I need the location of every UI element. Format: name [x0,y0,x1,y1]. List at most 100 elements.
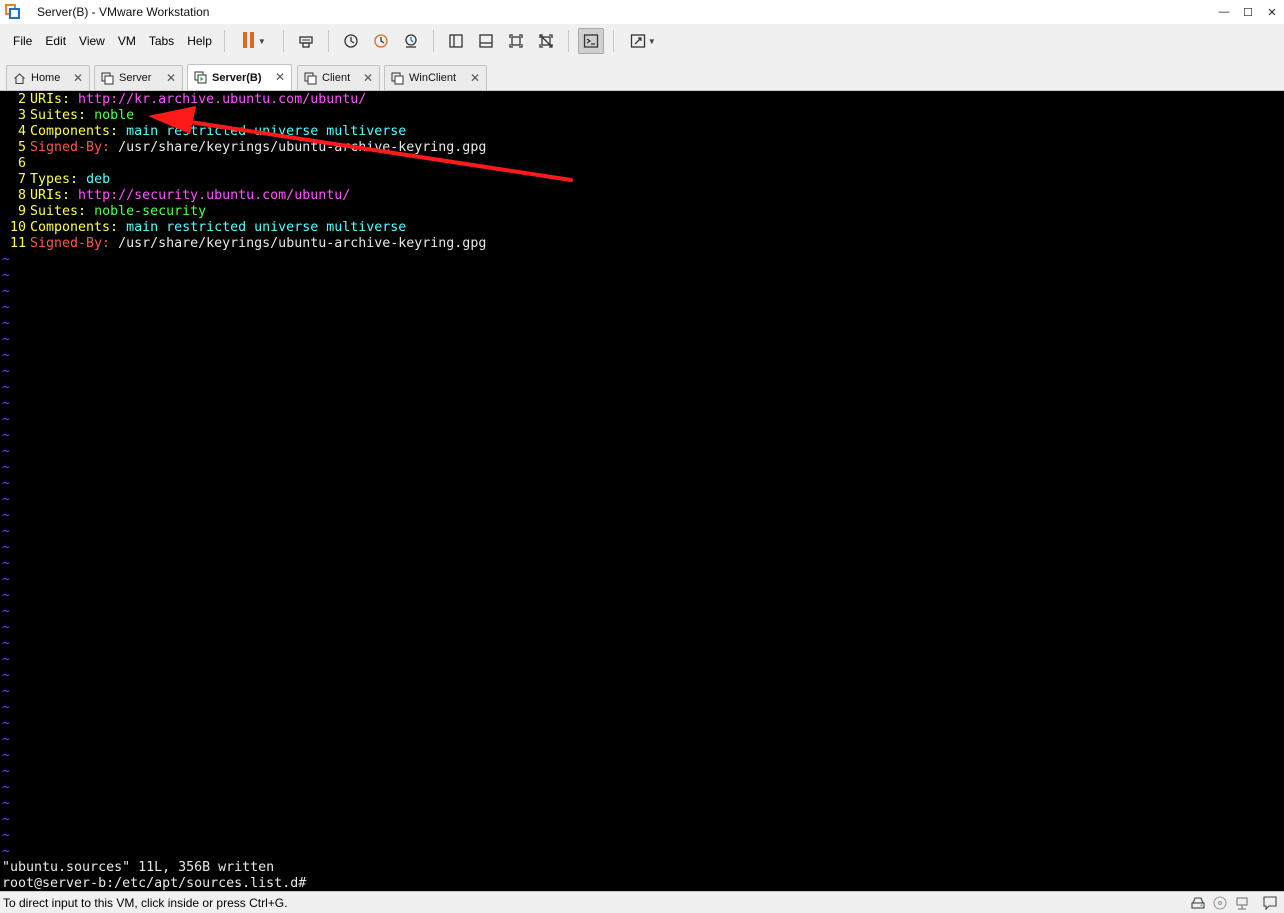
tab-winclient[interactable]: WinClient ✕ [384,65,487,90]
editor-line: 10 Components: main restricted universe m… [0,220,406,236]
empty-line-marker: ~ [2,764,10,779]
menu-tabs[interactable]: Tabs [149,34,174,48]
shell-prompt: root@server-b:/etc/apt/sources.list.d# [2,876,307,891]
snapshot-revert-icon [374,34,388,48]
line-key: URIs: [30,188,71,203]
line-key: Components: [30,124,119,139]
line-value: /usr/share/keyrings/ubuntu-archive-keyri… [118,140,487,155]
empty-line-marker: ~ [2,684,10,699]
empty-line-marker: ~ [2,572,10,587]
close-icon[interactable]: ✕ [275,70,285,84]
vmware-logo-icon [5,4,21,20]
menu-edit[interactable]: Edit [45,34,66,48]
send-keys-icon [299,36,313,48]
empty-line-marker: ~ [2,268,10,283]
menu-help[interactable]: Help [187,34,212,48]
snapshot-manager-button[interactable] [398,28,424,54]
line-key: Signed-By: [30,236,111,251]
empty-line-marker: ~ [2,812,10,827]
pause-button[interactable]: ▼ [234,28,274,54]
editor-line: 2 URIs: http://kr.archive.ubuntu.com/ubun… [0,92,366,108]
line-value: noble-security [94,204,207,219]
title-bar: Server(B) - VMware Workstation — ☐ ✕ [0,0,1284,24]
line-number: 3 [17,108,26,123]
vm-running-icon [194,71,207,84]
menu-file[interactable]: File [13,34,32,48]
empty-line-marker: ~ [2,332,10,347]
cd-rom-icon[interactable] [1212,895,1228,911]
editor-line: 7 Types: deb [0,172,110,188]
vm-console[interactable]: 2 URIs: http://kr.archive.ubuntu.com/ubun… [0,91,1284,891]
empty-line-marker: ~ [2,748,10,763]
editor-line: 11 Signed-By: /usr/share/keyrings/ubuntu-… [0,236,486,252]
maximize-button[interactable]: ☐ [1236,0,1260,24]
empty-line-marker: ~ [2,828,10,843]
empty-line-marker: ~ [2,348,10,363]
line-key: Signed-By: [30,140,111,155]
editor-line: 6 [0,156,30,172]
status-bar: To direct input to this VM, click inside… [0,891,1284,913]
vim-status-message: "ubuntu.sources" 11L, 356B written [2,860,275,875]
empty-line-marker: ~ [2,508,10,523]
console-view-button[interactable] [577,28,604,54]
empty-line-marker: ~ [2,540,10,555]
minimize-button[interactable]: — [1212,0,1236,24]
tab-server-b[interactable]: Server(B) ✕ [187,64,292,90]
menu-view[interactable]: View [79,34,105,48]
message-icon[interactable] [1262,895,1278,911]
line-value: http://security.ubuntu.com/ubuntu/ [78,188,351,203]
close-icon[interactable]: ✕ [363,71,373,85]
tab-home[interactable]: Home ✕ [6,65,90,90]
snapshot-manager-icon [405,34,417,48]
line-number: 5 [17,140,26,155]
close-icon[interactable]: ✕ [166,71,176,85]
menu-toolbar: File Edit View VM Tabs Help ▼ ▼ [0,24,1284,58]
empty-line-marker: ~ [2,364,10,379]
empty-line-marker: ~ [2,780,10,795]
line-number: 10 [9,220,26,235]
snapshot-take-button[interactable] [338,28,364,54]
stretch-view-button[interactable]: ▼ [623,28,663,54]
close-icon[interactable]: ✕ [73,71,83,85]
menu-vm[interactable]: VM [118,34,136,48]
unity-button[interactable] [533,28,559,54]
line-value: main restricted universe multiverse [126,124,407,139]
window-title: Server(B) - VMware Workstation [37,5,210,19]
vm-icon [101,71,114,85]
empty-line-marker: ~ [2,668,10,683]
line-value: deb [86,172,111,187]
empty-line-marker: ~ [2,620,10,635]
pause-icon [242,31,256,51]
tab-client[interactable]: Client ✕ [297,65,380,90]
empty-line-marker: ~ [2,732,10,747]
thumbnail-bar-button[interactable] [473,28,499,54]
tab-label: Server [119,72,152,84]
sidebar-toggle-button[interactable] [443,28,469,54]
line-value: main restricted universe multiverse [126,220,407,235]
empty-line-marker: ~ [2,556,10,571]
empty-line-marker: ~ [2,380,10,395]
vm-icon [304,71,317,85]
network-icon[interactable] [1234,895,1250,911]
tab-server[interactable]: Server ✕ [94,65,183,90]
line-key: Suites: [30,108,87,123]
console-view-icon [583,34,599,48]
thumbnail-bar-icon [479,34,493,48]
hard-disk-icon[interactable] [1190,895,1206,911]
empty-line-marker: ~ [2,796,10,811]
line-key: Types: [30,172,79,187]
home-icon [14,72,25,84]
send-keys-button[interactable] [293,28,319,54]
line-number: 9 [17,204,26,219]
line-key: URIs: [30,92,71,107]
editor-line: 9 Suites: noble-security [0,204,206,220]
unity-icon [539,34,553,48]
close-icon[interactable]: ✕ [470,71,480,85]
full-screen-button[interactable] [503,28,529,54]
snapshot-revert-button[interactable] [368,28,394,54]
empty-line-marker: ~ [2,460,10,475]
close-button[interactable]: ✕ [1260,0,1284,24]
vm-icon [391,71,404,85]
tab-label: WinClient [409,72,457,84]
line-number: 2 [17,92,26,107]
